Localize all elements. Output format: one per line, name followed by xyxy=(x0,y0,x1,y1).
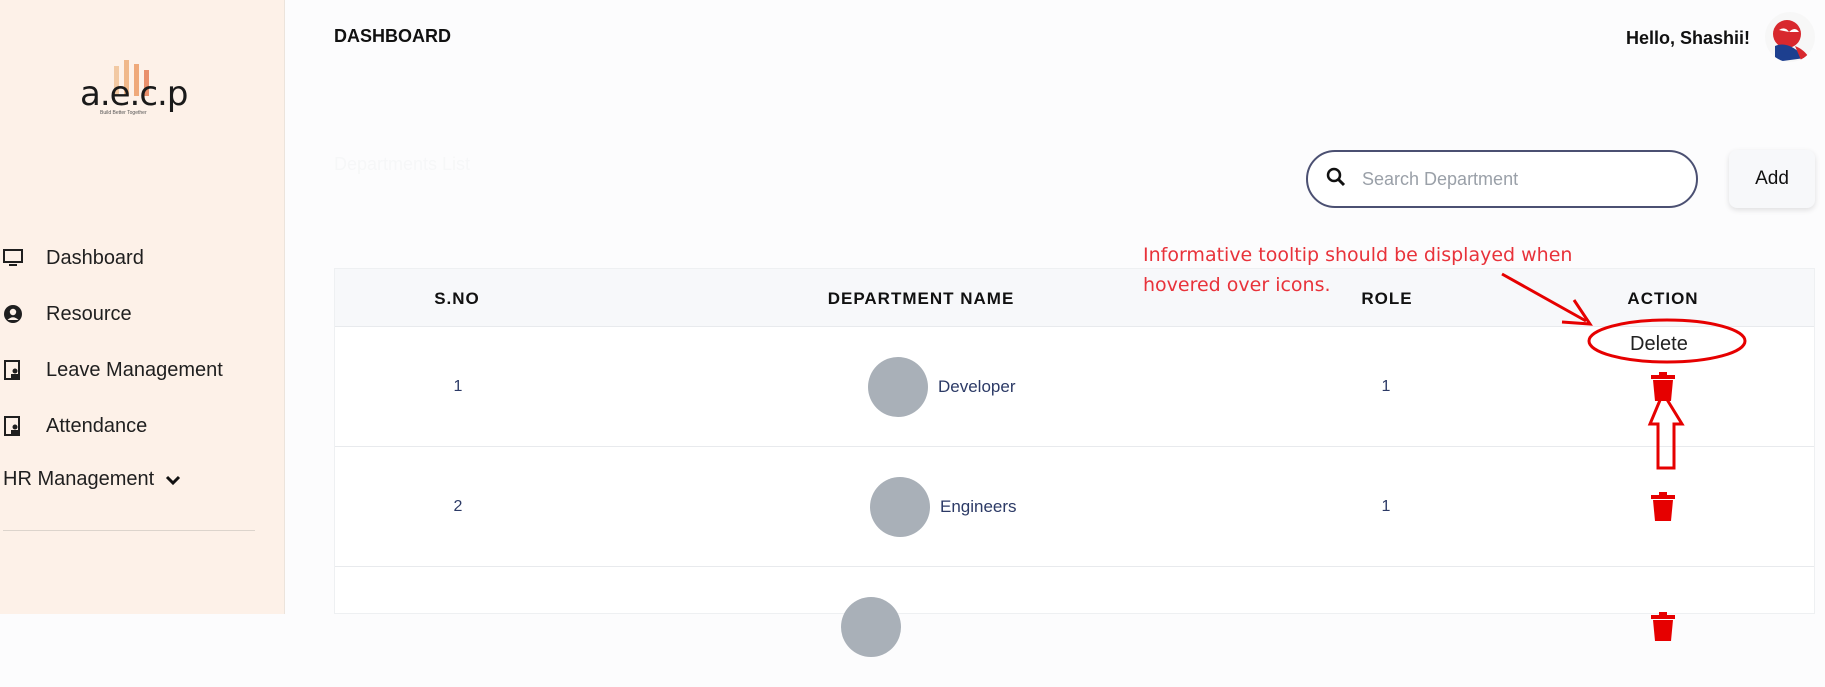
user-circle-icon xyxy=(0,301,26,327)
clipboard-user-icon xyxy=(0,413,26,439)
trash-icon[interactable] xyxy=(1650,492,1676,522)
cell-role: 1 xyxy=(1381,498,1391,515)
sidebar-item-hr-management[interactable]: HR Management xyxy=(3,468,182,491)
section-title: Departments List xyxy=(334,154,471,174)
sidebar-divider xyxy=(3,530,255,531)
cell-department: Engineers xyxy=(870,477,1017,537)
tooltip-delete: Delete xyxy=(1630,333,1688,355)
sidebar-item-attendance[interactable]: Attendance xyxy=(0,411,147,441)
search-box[interactable] xyxy=(1306,150,1698,208)
add-button[interactable]: Add xyxy=(1729,150,1815,208)
trash-icon[interactable] xyxy=(1650,372,1676,402)
sidebar-item-resource[interactable]: Resource xyxy=(0,299,132,329)
annotation-note: Informative tooltip should be displayed … xyxy=(1143,244,1573,296)
avatar[interactable] xyxy=(1765,12,1815,62)
department-avatar xyxy=(870,477,930,537)
sidebar-item-label: Attendance xyxy=(46,414,148,437)
sidebar-item-leave-management[interactable]: Leave Management xyxy=(0,355,223,385)
department-avatar xyxy=(841,597,901,657)
cell-department: Developer xyxy=(868,357,1016,417)
page-title: DASHBOARD xyxy=(334,26,451,46)
cell-role: 1 xyxy=(1381,378,1391,395)
user-greeting: Hello, Shashii! xyxy=(1625,28,1750,48)
company-logo: a.e.c.p Build Better Together xyxy=(76,60,188,120)
department-name: Developer xyxy=(938,377,1016,396)
search-input[interactable] xyxy=(1362,168,1662,190)
cell-sno: 1 xyxy=(453,378,463,395)
column-header-action: ACTION xyxy=(1627,289,1699,308)
sidebar-item-label: Leave Management xyxy=(46,358,223,381)
sidebar-item-label: Dashboard xyxy=(46,246,144,269)
table-row xyxy=(335,567,1814,687)
sidebar: a.e.c.p Build Better Together Dashboard … xyxy=(0,0,285,614)
search-icon xyxy=(1326,167,1346,192)
clipboard-user-icon xyxy=(0,357,26,383)
departments-table: S.NO DEPARTMENT NAME ROLE ACTION 1 Devel… xyxy=(334,268,1815,657)
logo-tagline: Build Better Together xyxy=(100,110,147,116)
sidebar-item-label: Resource xyxy=(46,302,132,325)
sidebar-item-label: HR Management xyxy=(3,468,155,490)
sidebar-item-dashboard[interactable]: Dashboard xyxy=(0,243,144,273)
cell-department xyxy=(841,597,901,657)
department-avatar xyxy=(868,357,928,417)
table-row: 1 Developer 1 xyxy=(335,327,1814,447)
department-name: Engineers xyxy=(940,497,1017,516)
column-header-department-name: DEPARTMENT NAME xyxy=(827,289,1015,308)
chevron-down-icon xyxy=(164,471,182,489)
cell-sno: 2 xyxy=(453,498,463,515)
logo-text: a.e.c.p xyxy=(80,74,188,114)
table-row: 2 Engineers 1 xyxy=(335,447,1814,567)
monitor-icon xyxy=(0,245,26,271)
column-header-sno: S.NO xyxy=(434,289,480,308)
trash-icon[interactable] xyxy=(1650,612,1676,642)
